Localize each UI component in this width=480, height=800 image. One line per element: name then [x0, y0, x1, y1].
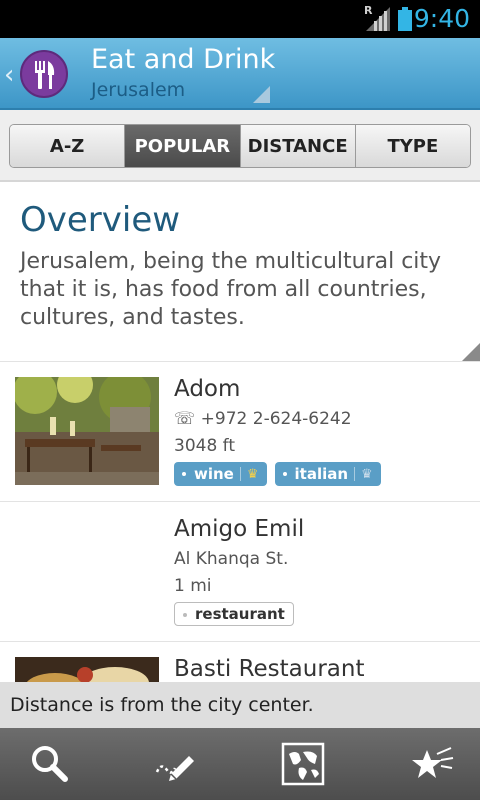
tag-label: italian [294, 465, 349, 483]
overview-text: Jerusalem, being the multicultural city … [20, 249, 442, 330]
status-bar: R 9:40 [0, 0, 480, 38]
tag-list: restaurant [174, 602, 294, 626]
tag-label: wine [194, 465, 234, 483]
item-name: Adom [174, 376, 241, 402]
list-item[interactable]: Adom ☏ +972 2-624-6242 3048 ft wine ♛ it… [0, 362, 480, 502]
tag-divider [239, 467, 241, 481]
tag-list: wine ♛ italian ♛ [174, 462, 381, 486]
dropdown-indicator-icon[interactable] [253, 86, 270, 103]
item-phone[interactable]: ☏ +972 2-624-6242 [174, 409, 352, 429]
tag-hole-icon [282, 472, 287, 476]
battery-icon [398, 7, 412, 31]
item-name: Basti Restaurant [174, 656, 365, 682]
map-icon[interactable] [281, 742, 325, 786]
tab-popular[interactable]: POPULAR [125, 125, 241, 167]
clock: 9:40 [413, 4, 470, 33]
tag-italian[interactable]: italian ♛ [274, 462, 381, 486]
city-selector[interactable]: Jerusalem [91, 79, 185, 101]
search-icon[interactable] [28, 742, 72, 786]
crown-icon: ♛ [361, 466, 373, 482]
tab-type[interactable]: TYPE [355, 125, 470, 167]
tag-label: restaurant [195, 605, 285, 623]
crown-icon: ♛ [246, 466, 259, 482]
star-icon[interactable] [411, 742, 455, 786]
sort-tabs: A-Z POPULAR DISTANCE TYPE [9, 124, 471, 168]
tag-divider [354, 467, 356, 481]
tab-distance[interactable]: DISTANCE [240, 125, 356, 167]
item-distance: 3048 ft [174, 436, 236, 456]
item-address: Al Khanqa St. [174, 549, 289, 569]
bottom-action-bar [0, 728, 480, 800]
restaurant-photo [15, 377, 159, 485]
tag-wine[interactable]: wine ♛ [174, 462, 267, 486]
tag-hole-icon [182, 472, 186, 476]
header-title: Eat and Drink [91, 44, 276, 75]
app-header: ‹ Eat and Drink Jerusalem [0, 38, 480, 110]
item-distance: 1 mi [174, 576, 212, 596]
tab-a-z[interactable]: A-Z [10, 125, 126, 167]
tag-hole-icon [183, 613, 187, 617]
toast-message: Distance is from the city center. [0, 682, 480, 728]
tabs-bar: A-Z POPULAR DISTANCE TYPE [0, 110, 480, 182]
overview-title: Overview [20, 200, 181, 240]
item-name: Amigo Emil [174, 516, 305, 542]
fork-knife-icon[interactable] [20, 50, 68, 98]
list-item[interactable]: Amigo Emil Al Khanqa St. 1 mi restaurant [0, 502, 480, 642]
toast-text: Distance is from the city center. [10, 694, 314, 716]
overview-section[interactable]: Overview Jerusalem, being the multicultu… [0, 184, 480, 362]
pencil-icon[interactable] [153, 742, 197, 786]
roaming-indicator: R [364, 4, 373, 17]
expand-corner-icon[interactable] [462, 343, 480, 361]
chevron-left-icon[interactable]: ‹ [4, 60, 14, 90]
tag-restaurant[interactable]: restaurant [174, 602, 294, 626]
